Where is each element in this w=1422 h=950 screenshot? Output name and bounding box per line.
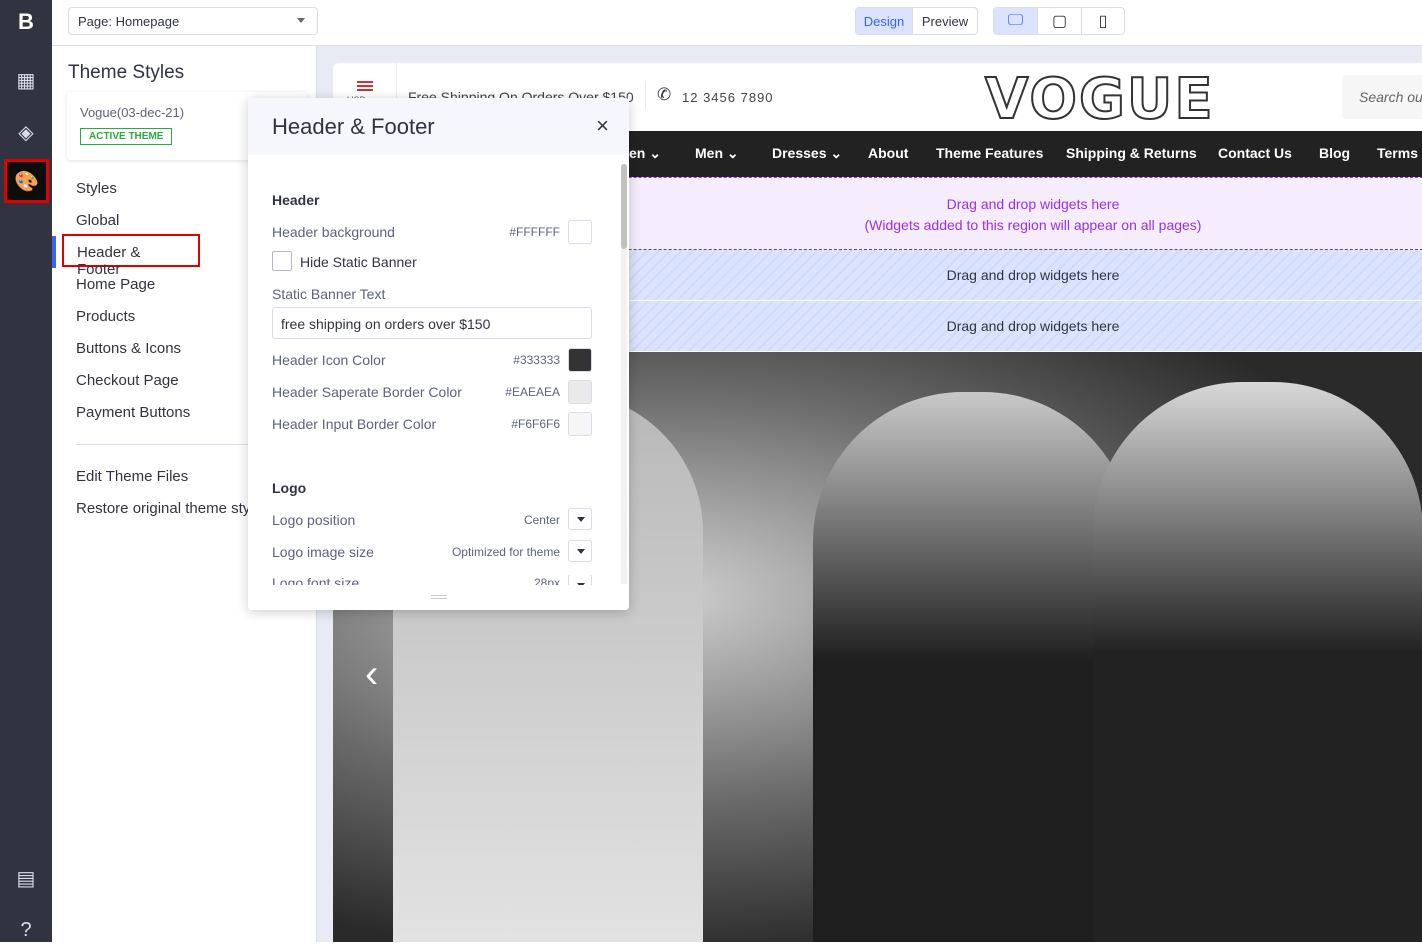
phone-number: 12 3456 7890 bbox=[682, 90, 774, 105]
nav-products[interactable]: Products bbox=[76, 308, 135, 325]
close-icon[interactable]: × bbox=[596, 113, 609, 139]
vogue-logo[interactable]: VOGUE bbox=[984, 66, 1215, 133]
left-rail: B ▦ ◈ 🎨 ▤ ? bbox=[0, 0, 52, 942]
nav-checkout-page[interactable]: Checkout Page bbox=[76, 372, 179, 389]
banner-text-label: Static Banner Text bbox=[272, 286, 386, 302]
input-border-row: Header Input Border Color #F6F6F6 bbox=[272, 412, 592, 436]
us-flag-icon bbox=[357, 81, 373, 91]
dropdown-button[interactable] bbox=[568, 540, 592, 562]
device-toggle: 🖵 ▢ ▯ bbox=[993, 7, 1125, 35]
caret-down-icon bbox=[297, 18, 305, 23]
color-swatch[interactable] bbox=[568, 220, 592, 244]
border-color-row: Header Saperate Border Color #EAEAEA bbox=[272, 380, 592, 404]
nav-shipping-returns[interactable]: Shipping & Returns bbox=[1066, 145, 1197, 161]
layers-icon[interactable]: ◈ bbox=[0, 112, 52, 152]
section-logo: Logo bbox=[272, 480, 307, 496]
checkbox[interactable] bbox=[272, 251, 292, 271]
page-select[interactable]: Page: Homepage bbox=[68, 7, 318, 35]
hide-banner-row[interactable]: Hide Static Banner bbox=[272, 251, 592, 271]
nav-blog[interactable]: Blog bbox=[1319, 145, 1350, 161]
active-theme-badge: ACTIVE THEME bbox=[80, 128, 173, 145]
dropzone-label: Drag and drop widgets here bbox=[946, 267, 1120, 283]
chevron-left-icon[interactable]: ‹ bbox=[365, 652, 378, 697]
dropdown-button[interactable] bbox=[568, 508, 592, 530]
color-swatch[interactable] bbox=[568, 348, 592, 372]
nav-terms[interactable]: Terms & bbox=[1377, 145, 1422, 161]
banner-text-input[interactable]: free shipping on orders over $150 bbox=[272, 307, 592, 339]
person-shape bbox=[813, 392, 1133, 942]
icon-color-row: Header Icon Color #333333 bbox=[272, 348, 592, 372]
theme-name: Vogue(03-dec-21) bbox=[80, 105, 185, 120]
header-background-row: Header background #FFFFFF bbox=[272, 220, 592, 244]
nav-styles[interactable]: Styles bbox=[76, 180, 117, 197]
person-shape bbox=[1093, 382, 1422, 942]
header-footer-modal: Header & Footer × Header Header backgroun… bbox=[248, 98, 629, 610]
search-input[interactable]: Search ou bbox=[1342, 75, 1422, 119]
resize-handle[interactable] bbox=[248, 586, 629, 610]
nav-buttons-icons[interactable]: Buttons & Icons bbox=[76, 340, 181, 357]
active-indicator bbox=[52, 236, 56, 268]
scrollbar[interactable] bbox=[621, 164, 627, 584]
panel-title: Theme Styles bbox=[68, 62, 185, 83]
phone-icon: ✆ bbox=[657, 85, 672, 104]
design-button[interactable]: Design bbox=[856, 8, 913, 34]
widgets-icon[interactable]: ▦ bbox=[0, 60, 52, 100]
bigcommerce-logo-icon[interactable]: B bbox=[0, 2, 52, 42]
nav-men[interactable]: Men ⌄ bbox=[695, 145, 739, 162]
color-swatch[interactable] bbox=[568, 380, 592, 404]
page-select-value: Page: Homepage bbox=[78, 14, 180, 29]
mobile-icon[interactable]: ▯ bbox=[1082, 8, 1124, 34]
help-icon[interactable]: ? bbox=[0, 910, 52, 950]
logo-size-row: Logo image size Optimized for theme bbox=[272, 540, 592, 562]
nav-payment-buttons[interactable]: Payment Buttons bbox=[76, 404, 190, 421]
nav-global[interactable]: Global bbox=[76, 212, 119, 229]
tablet-icon[interactable]: ▢ bbox=[1038, 8, 1082, 34]
nav-women[interactable]: en ⌄ bbox=[629, 145, 661, 162]
top-bar: Page: Homepage Design Preview 🖵 ▢ ▯ bbox=[52, 0, 1422, 46]
mode-toggle: Design Preview bbox=[855, 7, 978, 35]
nav-dresses[interactable]: Dresses ⌄ bbox=[772, 145, 842, 162]
color-swatch[interactable] bbox=[568, 412, 592, 436]
logo-font-row: Logo font size 28px bbox=[272, 575, 592, 585]
logo-position-row: Logo position Center bbox=[272, 508, 592, 530]
nav-header-footer[interactable]: Header & Footer bbox=[62, 234, 200, 278]
dropdown-button[interactable] bbox=[568, 575, 592, 585]
desktop-icon[interactable]: 🖵 bbox=[994, 8, 1038, 34]
nav-theme-features[interactable]: Theme Features bbox=[936, 145, 1043, 161]
palette-icon[interactable]: 🎨 bbox=[4, 159, 49, 203]
section-header: Header bbox=[272, 192, 320, 208]
preview-button[interactable]: Preview bbox=[913, 8, 977, 34]
divider bbox=[645, 81, 646, 109]
dropzone-label: Drag and drop widgets here bbox=[946, 318, 1120, 334]
modal-title: Header & Footer bbox=[272, 114, 435, 139]
restore-theme-link[interactable]: Restore original theme sty bbox=[76, 500, 250, 517]
storefront-icon[interactable]: ▤ bbox=[0, 858, 52, 898]
nav-about[interactable]: About bbox=[868, 145, 908, 161]
edit-theme-files-link[interactable]: Edit Theme Files bbox=[76, 468, 188, 485]
nav-contact-us[interactable]: Contact Us bbox=[1218, 145, 1292, 161]
nav-home-page[interactable]: Home Page bbox=[76, 276, 155, 293]
